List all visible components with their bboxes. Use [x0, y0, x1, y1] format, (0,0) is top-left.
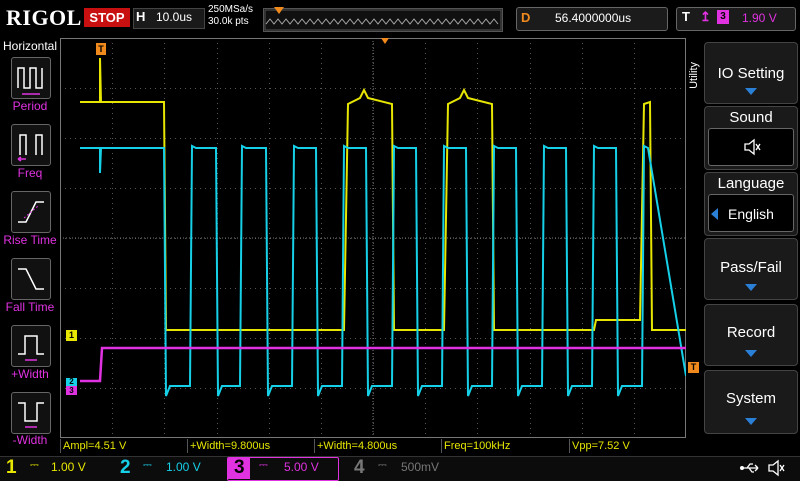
chevron-down-icon: [745, 88, 757, 95]
positive-width-label: +Width: [11, 367, 49, 381]
sample-rate: 250MSa/s: [208, 4, 254, 15]
freq-icon: [17, 134, 43, 162]
sound-value-box[interactable]: [708, 128, 794, 166]
sound-button[interactable]: Sound: [704, 106, 798, 170]
memory-position-bar[interactable]: [263, 7, 503, 32]
memory-depth: 30.0k pts: [208, 16, 249, 27]
negative-width-button[interactable]: [11, 392, 51, 434]
pass-fail-label: Pass/Fail: [720, 259, 782, 276]
delay-label: D: [521, 10, 531, 25]
speaker-icon: [744, 138, 761, 156]
channel-2-scale[interactable]: 1.00 V: [166, 460, 201, 474]
rise-time-label: Rise Time: [3, 233, 57, 247]
pass-fail-button[interactable]: Pass/Fail: [704, 238, 798, 300]
language-value-box[interactable]: English: [708, 194, 794, 232]
channel-2-offset-marker[interactable]: 2: [66, 378, 77, 386]
dc-coupling-icon: ⎓: [378, 459, 387, 471]
sound-label: Sound: [729, 109, 773, 126]
io-setting-button[interactable]: IO Setting: [704, 42, 798, 104]
measurement-ampl[interactable]: Ampl=4.51 V: [60, 439, 187, 453]
fall-time-icon: [18, 268, 44, 290]
dc-coupling-icon: ⎓: [143, 459, 152, 471]
system-label: System: [725, 390, 776, 407]
trigger-t-marker: T: [96, 43, 106, 55]
rise-time-button[interactable]: [11, 191, 51, 233]
channel-4-scale[interactable]: 500mV: [401, 460, 439, 474]
measurement-pos-width-2[interactable]: +Width=4.800us: [314, 439, 441, 453]
dc-coupling-icon: ⎓: [259, 459, 268, 471]
record-button[interactable]: Record: [704, 304, 798, 366]
waveform-display[interactable]: [60, 38, 686, 438]
measurement-vpp[interactable]: Vpp=7.52 V: [569, 439, 692, 453]
freq-label: Freq: [17, 166, 43, 180]
brand-logo: RIGOL: [6, 5, 82, 30]
fall-time-label: Fall Time: [5, 300, 55, 314]
channel-1-offset-marker[interactable]: 1: [66, 330, 77, 341]
language-label: Language: [717, 175, 785, 192]
channel-3-offset-marker[interactable]: 3: [66, 386, 77, 395]
dc-coupling-icon: ⎓: [30, 459, 39, 471]
memory-waveform-preview: [264, 9, 502, 31]
period-label: Period: [12, 99, 48, 113]
run-stop-button[interactable]: STOP: [84, 8, 130, 27]
measurement-freq[interactable]: Freq=100kHz: [441, 439, 568, 453]
horizontal-menu-title: Horizontal: [3, 39, 58, 53]
system-button[interactable]: System: [704, 370, 798, 434]
period-icon: [17, 67, 43, 95]
trigger-label: T: [682, 9, 690, 24]
positive-width-icon: [18, 335, 44, 361]
chevron-down-icon: [745, 350, 757, 357]
trigger-source: 3: [717, 10, 729, 24]
utility-menu-label: Utility: [688, 62, 700, 89]
record-label: Record: [726, 324, 776, 341]
io-setting-label: IO Setting: [717, 65, 785, 82]
speaker-icon: [768, 459, 785, 477]
period-button[interactable]: [11, 57, 51, 99]
chevron-down-icon: [745, 284, 757, 291]
trigger-position-icon: [274, 7, 284, 14]
chevron-down-icon: [745, 418, 757, 425]
language-value: English: [728, 206, 774, 222]
rise-time-icon: [18, 201, 44, 223]
language-button[interactable]: Language English: [704, 172, 798, 236]
channel-1-number[interactable]: 1: [6, 456, 17, 480]
measurement-pos-width-1[interactable]: +Width=9.800us: [187, 439, 314, 453]
freq-button[interactable]: [11, 124, 51, 166]
trigger-box[interactable]: [676, 7, 796, 31]
trigger-level-marker[interactable]: T: [688, 362, 699, 373]
channel-3-scale[interactable]: 5.00 V: [284, 460, 319, 474]
fall-time-button[interactable]: [11, 258, 51, 300]
delay-value: 56.4000000us: [555, 11, 632, 25]
negative-width-label: -Width: [12, 433, 48, 447]
timebase-value: 10.0us: [156, 10, 193, 24]
trigger-level: 1.90 V: [742, 11, 777, 25]
channel-1-scale[interactable]: 1.00 V: [51, 460, 86, 474]
channel-2-number[interactable]: 2: [120, 456, 131, 480]
horizontal-label: H: [136, 9, 146, 24]
positive-width-button[interactable]: [11, 325, 51, 367]
channel-3-number[interactable]: 3: [234, 456, 245, 480]
usb-icon: [740, 463, 759, 473]
negative-width-icon: [18, 402, 44, 428]
channel-4-number[interactable]: 4: [354, 456, 365, 480]
sample-info: 250MSa/s 30.0k pts: [208, 4, 253, 28]
rising-edge-icon: ↥: [700, 9, 711, 24]
